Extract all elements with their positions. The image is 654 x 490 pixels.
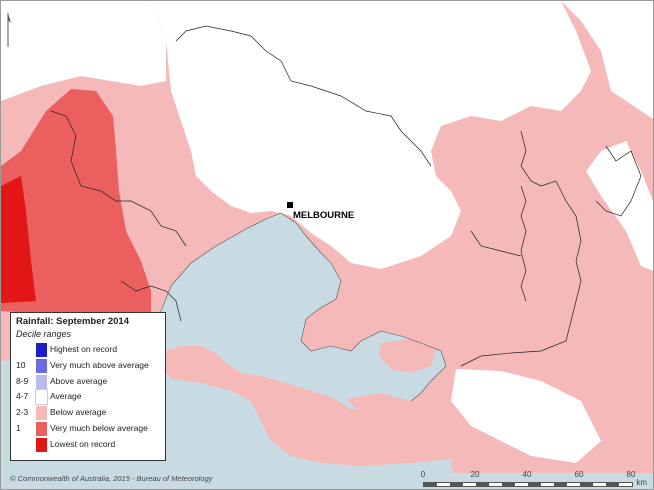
legend-item-label: Average (50, 391, 82, 402)
legend-item: 1 Very much below average (16, 421, 160, 437)
legend-item: Highest on record (16, 342, 160, 358)
legend-item: 8-9 Above average (16, 374, 160, 390)
scale-unit: km (636, 478, 647, 487)
legend-item-label: Above average (50, 375, 108, 386)
legend: Rainfall: September 2014 Decile ranges H… (10, 312, 166, 461)
scale-tick-label: 20 (470, 470, 480, 479)
legend-subtitle: Decile ranges (16, 329, 72, 339)
legend-swatch (35, 389, 48, 406)
scale-tick-label: 80 (626, 470, 636, 479)
legend-item: 10 Very much above average (16, 358, 160, 374)
legend-item-label: Very much above average (50, 359, 149, 370)
scale-tick-label: 0 (420, 470, 426, 479)
legend-item-label: Highest on record (50, 344, 118, 354)
legend-swatch (36, 343, 47, 357)
legend-item-code: 8-9 (16, 375, 29, 386)
rainfall-map: MELBOURNE Rainfall: September 2014 Decil… (0, 0, 654, 490)
legend-item-code: 1 (16, 422, 21, 433)
scale-tick-label: 60 (574, 470, 584, 479)
melbourne-marker (287, 202, 293, 208)
legend-swatch (36, 358, 47, 373)
north-arrow-icon (7, 13, 11, 47)
legend-item-code: 10 (16, 359, 26, 370)
legend-item-label: Lowest on record (50, 438, 116, 449)
legend-title: Rainfall: September 2014 (16, 316, 129, 327)
legend-item-label: Below average (50, 407, 107, 418)
legend-swatch (36, 406, 47, 421)
scale-bar-line (423, 482, 633, 487)
legend-swatch (36, 437, 47, 452)
legend-rows: Highest on record 10 Very much above avera… (16, 342, 160, 453)
legend-item: 4-7 Average (16, 389, 160, 406)
legend-item-code: 2-3 (16, 407, 29, 418)
scale-bar: 0 20 40 60 80 km (419, 470, 651, 488)
legend-swatch (36, 421, 47, 436)
legend-item-code: 4-7 (16, 391, 29, 402)
legend-item: Lowest on record (16, 437, 160, 453)
city-label: MELBOURNE (293, 210, 355, 221)
legend-swatch (36, 374, 47, 389)
scale-tick-label: 40 (522, 470, 532, 479)
copyright-text: © Commonwealth of Australia, 2015 - Bure… (10, 474, 213, 483)
legend-item: 2-3 Below average (16, 405, 160, 421)
legend-item-label: Very much below average (50, 422, 148, 433)
